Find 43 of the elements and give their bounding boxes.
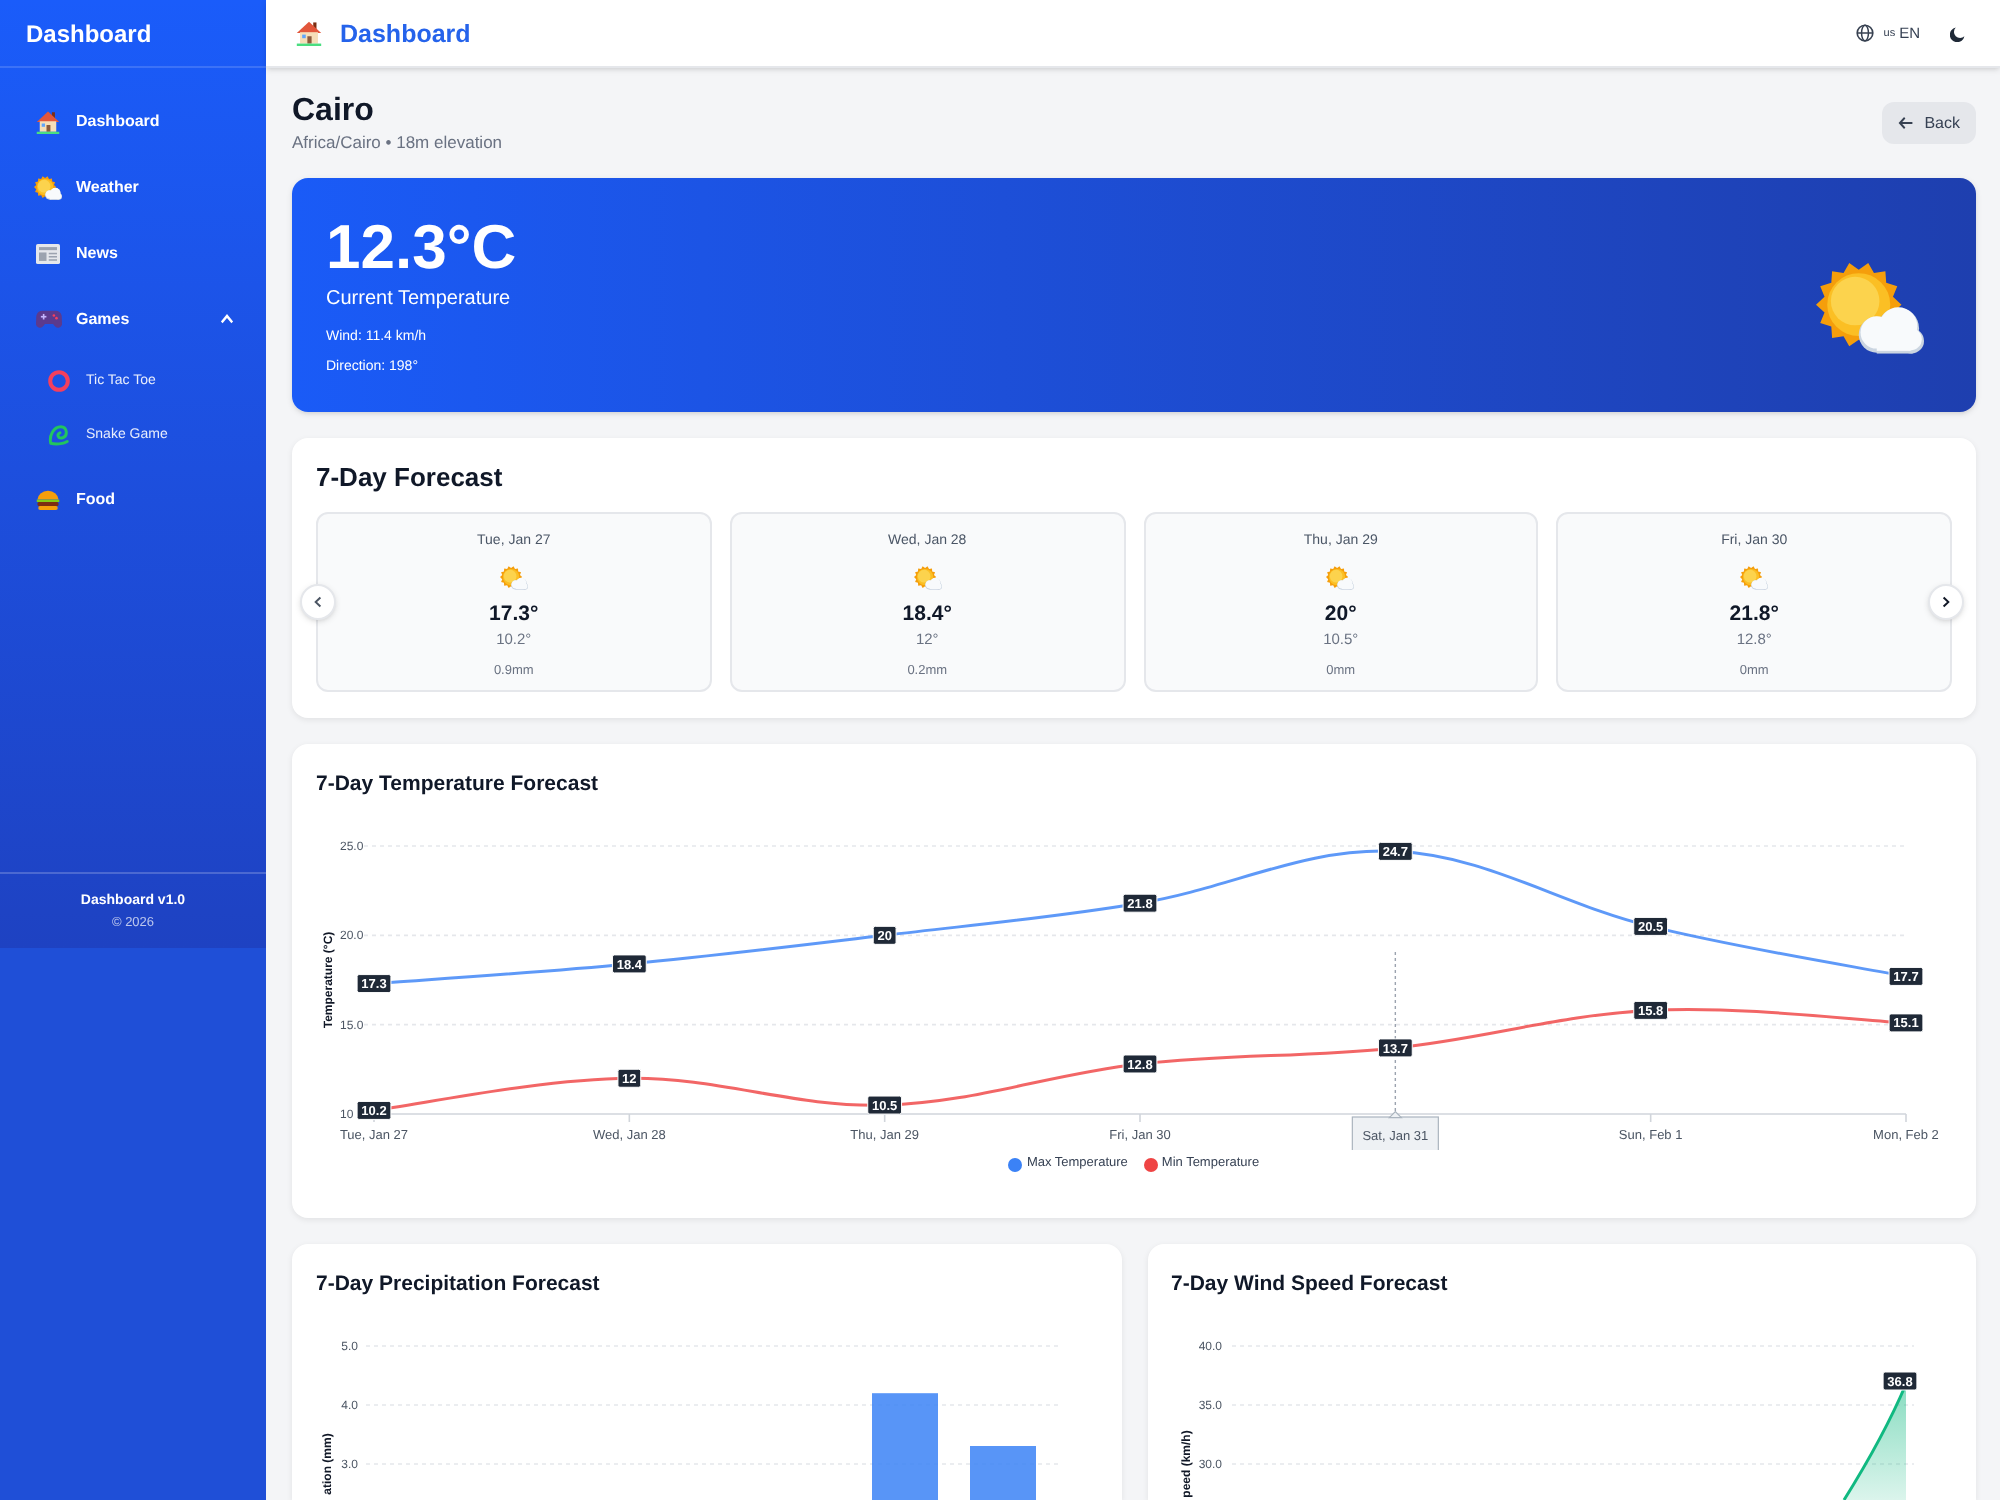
nav-item[interactable]: Weather (34, 154, 234, 220)
loop-icon (48, 424, 70, 446)
nav-item[interactable]: Dashboard (34, 88, 234, 154)
theme-toggle-button[interactable] (1950, 25, 1966, 41)
chart-bar (872, 1393, 938, 1500)
chevron-right-icon (1942, 596, 1950, 608)
chart-title: 7-Day Precipitation Forecast (316, 1270, 602, 1300)
sun-cloud-icon (499, 566, 528, 590)
moon-icon (1950, 25, 1966, 41)
section-title: 7-Day Forecast (316, 462, 505, 494)
nav-item[interactable]: Games (34, 286, 234, 352)
chart-bar (970, 1446, 1036, 1500)
chevron-left-icon (314, 596, 322, 608)
chart-title: 7-Day Wind Speed Forecast (1171, 1270, 1450, 1300)
newspaper-icon (36, 243, 60, 263)
burger-icon (36, 489, 60, 509)
sun-cloud-icon (1740, 566, 1769, 590)
location-details: Africa/Cairo • 18m elevation (292, 130, 503, 154)
max-temperature: 17.3° (489, 602, 539, 628)
max-temperature: 20° (1324, 602, 1357, 628)
arrow-left-icon (1898, 116, 1915, 130)
max-temperature: 21.8° (1729, 602, 1779, 628)
house-icon (296, 20, 322, 46)
sun-cloud-icon (34, 175, 62, 199)
temperature-caption: Current Temperature (326, 286, 513, 314)
carousel-next-button[interactable] (1928, 584, 1964, 620)
back-button[interactable]: Back (1882, 102, 1976, 144)
current-temperature: 12.3°C (326, 210, 517, 286)
sidebar-title: Dashboard (26, 17, 152, 49)
nav-item[interactable]: News (34, 220, 234, 286)
globe-icon (1855, 24, 1874, 42)
ring-icon (48, 370, 70, 392)
nav-item[interactable]: Food (34, 466, 234, 532)
chart-title: 7-Day Temperature Forecast (316, 770, 601, 800)
sun-cloud-icon (1816, 262, 1924, 354)
max-temperature: 18.4° (902, 602, 952, 628)
sun-cloud-icon (1326, 566, 1355, 590)
carousel-previous-button[interactable] (300, 584, 336, 620)
gamepad-icon (35, 310, 61, 328)
app-title: Dashboard (340, 17, 471, 49)
city-name: Cairo (292, 94, 376, 130)
house-icon (36, 109, 60, 133)
sun-cloud-icon (913, 566, 942, 590)
